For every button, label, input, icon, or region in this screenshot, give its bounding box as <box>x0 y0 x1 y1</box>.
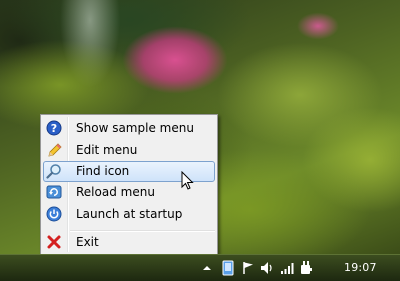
menu-item-label: Edit menu <box>76 143 138 157</box>
menu-item-label: Show sample menu <box>76 121 194 135</box>
taskbar: 19:07 <box>0 254 400 281</box>
show-hidden-icons-arrow-icon[interactable] <box>199 260 215 276</box>
mouse-pointer-icon <box>181 170 195 191</box>
menu-item-label: Find icon <box>76 164 130 178</box>
reload-icon <box>46 184 62 200</box>
power-plug-icon[interactable] <box>298 260 314 276</box>
network-signal-icon[interactable] <box>279 260 295 276</box>
pencil-icon <box>46 142 62 158</box>
flag-icon[interactable] <box>240 260 256 276</box>
menu-item-edit-menu[interactable]: Edit menu <box>43 140 215 161</box>
menu-item-label: Launch at startup <box>76 207 183 221</box>
menu-item-launch-at-startup[interactable]: Launch at startup <box>43 204 215 225</box>
magnifier-icon <box>46 163 62 179</box>
svg-text:?: ? <box>51 122 57 135</box>
help-icon: ? <box>46 120 62 136</box>
power-icon <box>46 206 62 222</box>
menu-item-label: Reload menu <box>76 185 155 199</box>
volume-icon[interactable] <box>259 260 275 276</box>
menu-item-show-sample-menu[interactable]: ? Show sample menu <box>43 118 215 139</box>
menu-item-exit[interactable]: Exit <box>43 232 215 253</box>
clock[interactable]: 19:07 <box>344 261 377 274</box>
menu-item-label: Exit <box>76 235 99 249</box>
app-tray-icon[interactable] <box>220 260 236 276</box>
close-icon <box>46 234 62 250</box>
